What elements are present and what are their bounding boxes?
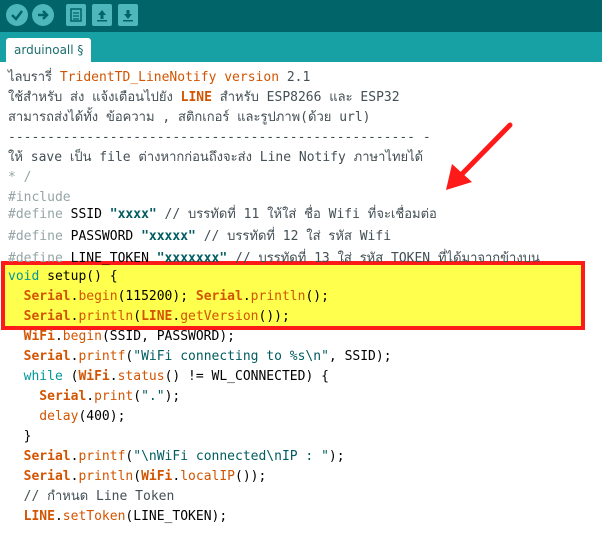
red-arrow-icon [446,122,513,190]
